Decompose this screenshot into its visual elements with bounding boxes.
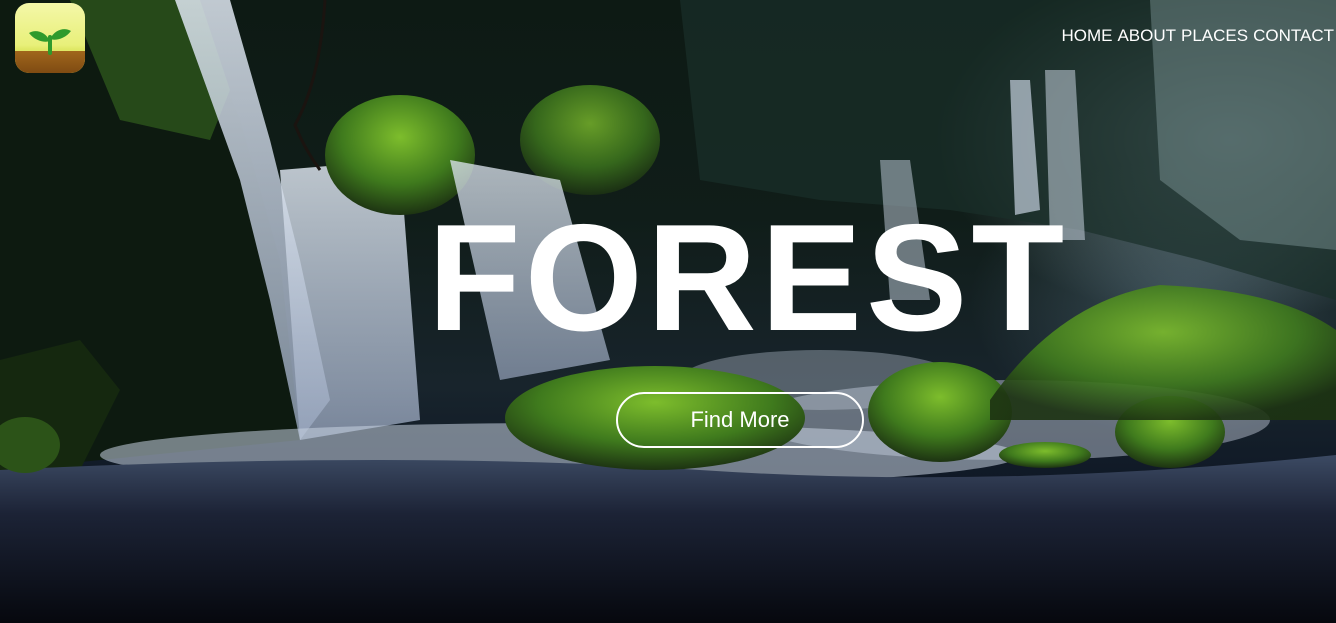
main-nav: HOME ABOUT PLACES CONTACT [1061, 26, 1334, 46]
nav-places-link[interactable]: PLACES [1181, 26, 1248, 46]
app-logo[interactable] [15, 3, 85, 73]
nav-about-link[interactable]: ABOUT [1117, 26, 1176, 46]
find-more-button[interactable]: Find More [616, 392, 864, 448]
hero-title: FOREST [0, 193, 1336, 363]
nav-contact-link[interactable]: CONTACT [1253, 26, 1334, 46]
hero-section: HOME ABOUT PLACES CONTACT FOREST Find Mo… [0, 0, 1336, 623]
sprout-icon [29, 29, 71, 55]
nav-home-link[interactable]: HOME [1061, 26, 1112, 46]
hero-title-text: FOREST [427, 193, 1069, 363]
